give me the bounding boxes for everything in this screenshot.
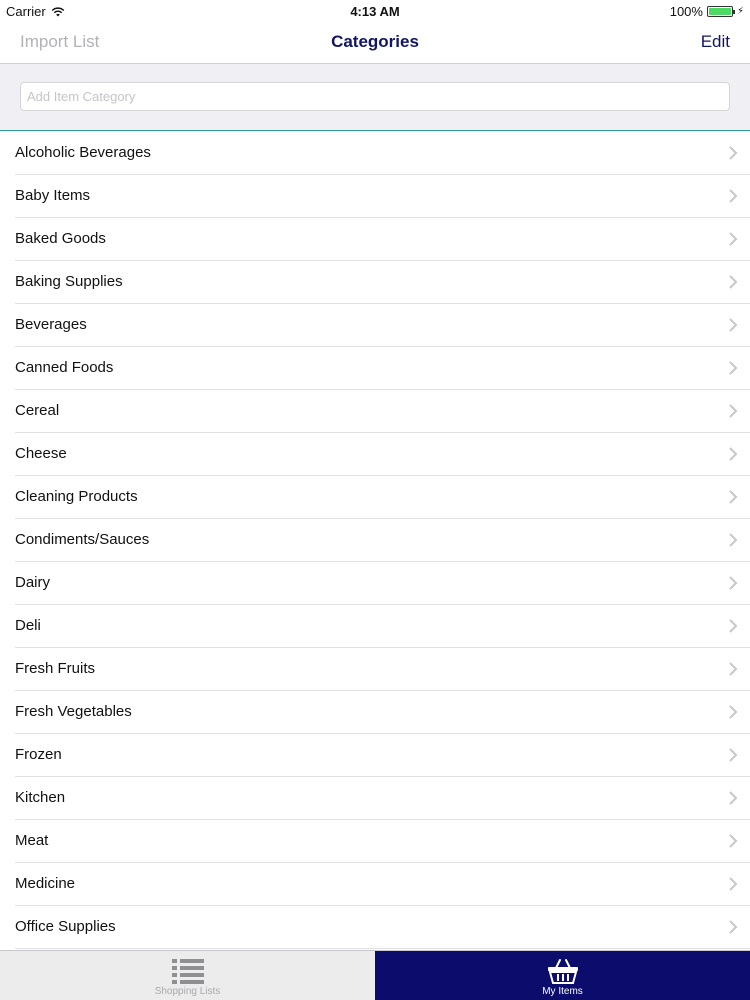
category-row[interactable]: Baking Supplies [15, 261, 750, 304]
category-label: Meat [15, 832, 49, 849]
category-row[interactable]: Baby Items [15, 175, 750, 218]
category-label: Beverages [15, 316, 87, 333]
category-label: Deli [15, 617, 41, 634]
category-row[interactable]: Office Supplies [15, 906, 750, 949]
category-label: Fresh Fruits [15, 660, 96, 677]
chevron-right-icon [729, 705, 738, 719]
category-row[interactable]: Cereal [15, 390, 750, 433]
category-label: Cleaning Products [15, 488, 138, 505]
tab-bar: Shopping Lists My Items [0, 950, 750, 1000]
tab-shopping-lists[interactable]: Shopping Lists [0, 951, 375, 1000]
category-label: Fresh Vegetables [15, 703, 132, 720]
basket-icon [547, 959, 578, 984]
chevron-right-icon [729, 791, 738, 805]
category-row[interactable]: Fresh Vegetables [15, 691, 750, 734]
category-row[interactable]: Alcoholic Beverages [15, 132, 750, 175]
chevron-right-icon [729, 877, 738, 891]
category-row[interactable]: Cheese [15, 433, 750, 476]
status-time: 4:13 AM [350, 4, 400, 19]
category-row[interactable]: Deli [15, 605, 750, 648]
edit-button[interactable]: Edit [701, 32, 730, 52]
category-label: Baby Items [15, 187, 91, 204]
chevron-right-icon [729, 576, 738, 590]
chevron-right-icon [729, 232, 738, 246]
battery-icon [706, 6, 735, 17]
tab-label: My Items [542, 986, 583, 997]
category-row[interactable]: Fresh Fruits [15, 648, 750, 691]
chevron-right-icon [729, 748, 738, 762]
category-label: Baked Goods [15, 230, 106, 247]
chevron-right-icon [729, 146, 738, 160]
category-row[interactable]: Meat [15, 820, 750, 863]
category-row[interactable]: Canned Foods [15, 347, 750, 390]
category-label: Frozen [15, 746, 62, 763]
chevron-right-icon [729, 619, 738, 633]
chevron-right-icon [729, 490, 738, 504]
category-row[interactable]: Kitchen [15, 777, 750, 820]
chevron-right-icon [729, 834, 738, 848]
add-category-bar [0, 64, 750, 131]
category-row[interactable]: Baked Goods [15, 218, 750, 261]
charging-bolt-icon: ⚡ [736, 6, 744, 17]
chevron-right-icon [729, 404, 738, 418]
category-label: Canned Foods [15, 359, 114, 376]
tab-my-items[interactable]: My Items [375, 951, 750, 1000]
chevron-right-icon [729, 662, 738, 676]
category-row[interactable]: Condiments/Sauces [15, 519, 750, 562]
category-label: Cheese [15, 445, 67, 462]
chevron-right-icon [729, 189, 738, 203]
category-label: Dairy [15, 574, 51, 591]
chevron-right-icon [729, 275, 738, 289]
chevron-right-icon [729, 533, 738, 547]
category-row[interactable]: Cleaning Products [15, 476, 750, 519]
category-row[interactable]: Frozen [15, 734, 750, 777]
chevron-right-icon [729, 318, 738, 332]
status-right: 100% ⚡ [670, 4, 744, 19]
navigation-bar: Import List Categories Edit [0, 22, 750, 64]
category-label: Condiments/Sauces [15, 531, 150, 548]
chevron-right-icon [729, 920, 738, 934]
chevron-right-icon [729, 447, 738, 461]
battery-percent: 100% [669, 4, 703, 19]
add-item-category-input[interactable] [20, 82, 730, 111]
category-row[interactable]: Beverages [15, 304, 750, 347]
list-icon [171, 959, 204, 984]
category-row[interactable]: Medicine [15, 863, 750, 906]
category-label: Cereal [15, 402, 60, 419]
tab-label: Shopping Lists [154, 986, 221, 997]
category-label: Alcoholic Beverages [15, 144, 151, 161]
page-title: Categories [331, 32, 419, 51]
status-bar: Carrier 4:13 AM 100% ⚡ [0, 0, 750, 22]
category-row[interactable]: Dairy [15, 562, 750, 605]
category-list: Alcoholic Beverages Baby Items Baked Goods… [0, 132, 750, 950]
category-label: Kitchen [15, 789, 66, 806]
category-label: Office Supplies [15, 918, 116, 935]
category-label: Medicine [15, 875, 76, 892]
chevron-right-icon [729, 361, 738, 375]
category-label: Baking Supplies [15, 273, 123, 290]
